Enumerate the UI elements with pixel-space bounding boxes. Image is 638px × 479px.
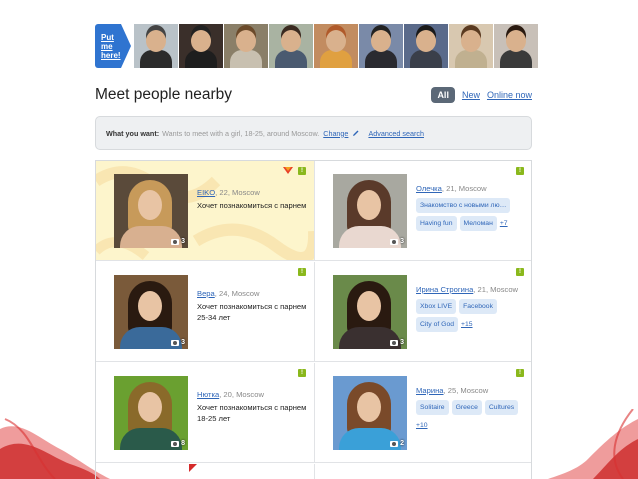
seeking-text: Хочет познакомиться с парнем 25-34 лет [197,302,307,322]
person-card[interactable]: 3! Ирина Строгина, 21, Moscow Xbox LIVE Fac… [314,262,531,362]
interest-tag[interactable]: Xbox LIVE [416,299,457,314]
profile-photo[interactable]: 3 [114,174,188,248]
promo-user-photo[interactable] [358,24,403,68]
camera-icon [390,238,399,245]
person-meta: , 25, Moscow [443,386,489,395]
main-page: Put me here! Meet people nearby All New … [95,24,538,479]
photo-count: 2 [390,440,404,447]
online-badge-icon: ! [298,167,306,175]
criteria-text: Wants to meet with a girl, 18-25, around… [162,128,320,138]
interest-tag[interactable]: Facebook [459,299,497,314]
promo-user-photo[interactable] [223,24,268,68]
promo-strip: Put me here! [95,24,538,68]
interest-tag[interactable]: Greece [451,400,482,415]
person-info: Олечка, 21, Moscow Знакомство с новыми лю… [416,183,528,231]
online-badge-icon: ! [298,369,306,377]
search-criteria-bar: What you want: Wants to meet with a girl… [95,116,532,150]
person-card[interactable]: 2! Марина, 25, Moscow Solitaire Greece Cultu… [314,363,531,463]
put-me-here-button[interactable]: Put me here! [95,24,130,68]
profile-photo[interactable]: 8 [114,376,188,450]
person-card[interactable]: 3! Олечка, 21, Moscow Знакомство с новыми … [314,161,531,261]
photo-count: 3 [390,238,404,245]
camera-icon [171,238,180,245]
promo-user-photo[interactable] [268,24,313,68]
camera-icon [171,440,180,447]
person-meta: , 20, Moscow [219,390,264,399]
tab-all[interactable]: All [431,87,455,103]
person-name-link[interactable]: Нютка [197,390,219,399]
promo-user-photo[interactable] [403,24,448,68]
person-card[interactable]: 3! Вера, 24, Moscow Хочет познакомиться с … [96,262,314,362]
more-interests-link[interactable]: +15 [461,317,473,332]
criteria-label: What you want: [106,128,160,138]
person-info: Вера, 24, Moscow Хочет познакомиться с па… [197,288,309,323]
person-card[interactable]: 3! EIKO, 22, Moscow Хочет познакомиться с … [96,161,314,261]
page-title: Meet people nearby [95,86,233,103]
interest-tag[interactable]: Меломан [459,216,497,231]
person-name-link[interactable]: Ирина Строгина [416,285,473,294]
person-info: EIKO, 22, Moscow Хочет познакомиться с па… [197,187,309,211]
filter-tabs: All New Online now [431,87,532,103]
seeking-text: Хочет познакомиться с парнем [197,201,307,210]
interest-tag[interactable]: Solitaire [416,400,449,415]
promo-user-photo[interactable] [313,24,358,68]
person-info: Марина, 25, Moscow Solitaire Greece Culture… [416,385,528,431]
interest-tag[interactable]: Знакомство с новыми лю… [416,198,511,213]
interest-tags: Знакомство с новыми лю… Having fun Меломан… [416,198,528,231]
person-meta: , 21, Moscow [441,184,487,193]
tab-new[interactable]: New [462,90,480,100]
tab-online-now[interactable]: Online now [487,90,532,100]
seeking-text: Хочет познакомиться с парнем 18-25 лет [197,403,307,423]
interest-tag[interactable]: Having fun [416,216,457,231]
camera-icon [171,339,180,346]
person-name-link[interactable]: EIKO [197,188,215,197]
red-smoke-decoration [548,409,638,479]
interest-tag[interactable]: City of God [416,317,458,332]
change-link[interactable]: Change [323,129,348,138]
profile-photo[interactable]: 3 [333,174,407,248]
section-header: Meet people nearby All New Online now [95,84,532,106]
person-name-link[interactable]: Марина [416,386,444,395]
person-info: Нютка, 20, Moscow Хочет познакомиться с п… [197,389,309,424]
photo-count: 3 [171,238,185,245]
promo-user-photo[interactable] [493,24,538,68]
photo-count: 3 [390,339,404,346]
interest-tags: Solitaire Greece Cultures +10 [416,400,528,431]
online-badge-icon: ! [516,167,524,175]
person-info: Ирина Строгина, 21, Moscow Xbox LIVE Faceb… [416,284,528,332]
person-meta: , 22, Moscow [215,188,260,197]
person-meta: , 21, Moscow [473,285,519,294]
online-badge-icon: ! [298,268,306,276]
online-badge-icon: ! [516,268,524,276]
person-meta: , 24, Moscow [214,289,260,298]
interest-tag[interactable]: Cultures [484,400,519,415]
more-interests-link[interactable]: +10 [416,418,428,431]
more-interests-link[interactable]: +7 [500,216,508,231]
pencil-icon [353,130,359,136]
promo-user-photo[interactable] [178,24,223,68]
photo-count: 8 [171,440,185,447]
online-badge-icon: ! [516,369,524,377]
advanced-search-link[interactable]: Advanced search [368,129,424,138]
person-card[interactable] [314,464,531,479]
camera-icon [390,440,399,447]
camera-icon [390,339,399,346]
promo-user-photo[interactable] [133,24,178,68]
photo-count: 3 [171,339,185,346]
corner-marker [189,464,197,472]
profile-photo[interactable]: 2 [333,376,407,450]
promo-photo-strip [133,24,538,68]
person-name-link[interactable]: Вера [197,289,215,298]
gift-icon[interactable] [282,166,294,175]
people-grid: 3! EIKO, 22, Moscow Хочет познакомиться с … [95,160,532,479]
person-card[interactable] [96,464,314,479]
person-name-link[interactable]: Олечка [416,184,442,193]
profile-photo[interactable]: 3 [333,275,407,349]
interest-tags: Xbox LIVE Facebook City of God +15 [416,299,528,332]
red-smoke-decoration [0,418,110,479]
person-card[interactable]: 8! Нютка, 20, Moscow Хочет познакомиться с… [96,363,314,463]
promo-user-photo[interactable] [448,24,493,68]
profile-photo[interactable]: 3 [114,275,188,349]
